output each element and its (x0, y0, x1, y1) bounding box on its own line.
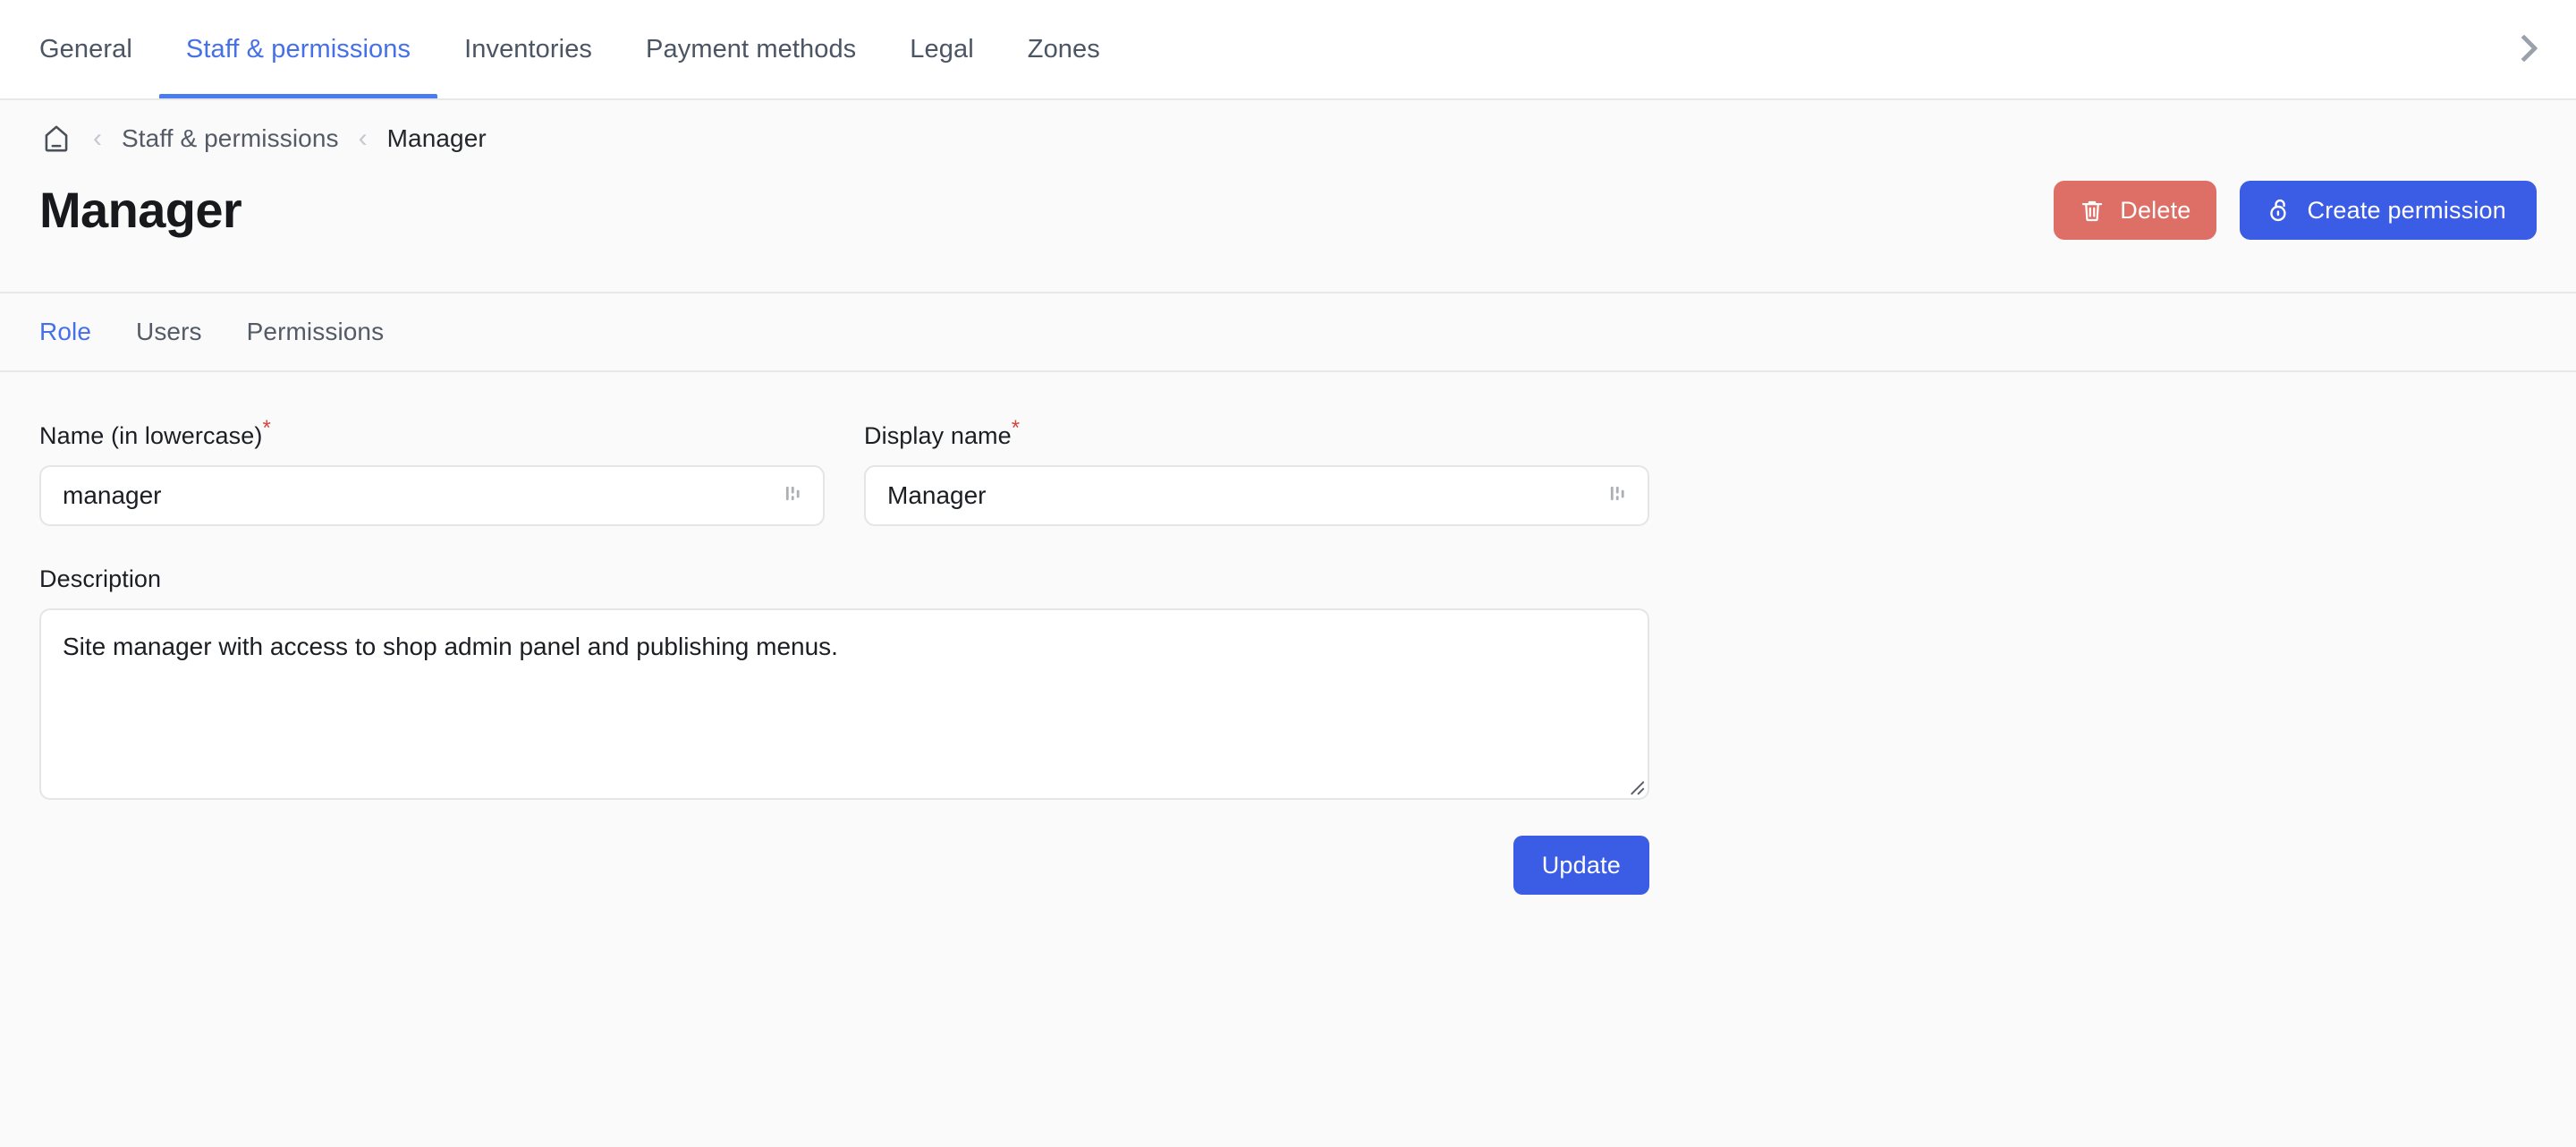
header-actions: Delete Create permission (2054, 181, 2537, 240)
description-textarea-wrap (39, 608, 1649, 800)
title-row: Manager Delete (39, 177, 2537, 292)
description-field-label: Description (39, 565, 1649, 593)
name-field-group: Name (in lowercase)* (39, 422, 825, 526)
breadcrumb-item-manager: Manager (387, 124, 487, 153)
description-field-label-text: Description (39, 565, 161, 592)
display-name-field-label: Display name* (864, 422, 1649, 450)
name-field-label-text: Name (in lowercase) (39, 422, 262, 449)
breadcrumb: ‹ Staff & permissions ‹ Manager (39, 100, 2537, 177)
tab-legal-label: Legal (910, 35, 973, 64)
settings-tab-bar: General Staff & permissions Inventories … (0, 0, 2576, 100)
name-field-label: Name (in lowercase)* (39, 422, 825, 450)
description-textarea[interactable] (39, 608, 1649, 800)
sub-tab-role-label: Role (39, 318, 91, 345)
name-input[interactable] (39, 465, 825, 526)
tab-payment-methods-label: Payment methods (646, 35, 856, 64)
display-name-input[interactable] (864, 465, 1649, 526)
display-name-input-wrap (864, 465, 1649, 526)
settings-tab-list: General Staff & permissions Inventories … (39, 0, 1127, 98)
tab-inventories[interactable]: Inventories (437, 0, 619, 98)
tab-zones[interactable]: Zones (1001, 0, 1127, 98)
home-icon[interactable] (39, 122, 73, 156)
delete-button-label: Delete (2120, 197, 2190, 225)
trash-icon (2079, 197, 2106, 224)
tab-staff-and-permissions[interactable]: Staff & permissions (159, 0, 437, 98)
sub-tab-permissions[interactable]: Permissions (225, 318, 407, 346)
tab-inventories-label: Inventories (464, 35, 592, 64)
tab-zones-label: Zones (1028, 35, 1100, 64)
page-title: Manager (39, 185, 242, 235)
name-input-wrap (39, 465, 825, 526)
name-required-marker: * (262, 416, 270, 440)
role-form: Name (in lowercase)* Display name* (0, 372, 2576, 895)
sub-tab-permissions-label: Permissions (247, 318, 385, 345)
breadcrumb-separator-2: ‹ (339, 125, 387, 152)
role-sub-tab-bar: Role Users Permissions (0, 293, 2576, 372)
display-name-field-label-text: Display name (864, 422, 1012, 449)
chevron-right-icon (2510, 34, 2538, 62)
update-button[interactable]: Update (1513, 836, 1649, 895)
form-submit-row: Update (39, 836, 1649, 895)
tab-payment-methods[interactable]: Payment methods (619, 0, 883, 98)
tab-general[interactable]: General (39, 0, 159, 98)
create-permission-button-label: Create permission (2308, 197, 2507, 225)
tab-general-label: General (39, 35, 132, 64)
breadcrumb-item-staff-and-permissions[interactable]: Staff & permissions (122, 124, 339, 153)
sub-tab-users-label: Users (136, 318, 202, 345)
display-name-required-marker: * (1012, 416, 1020, 440)
create-permission-button[interactable]: Create permission (2240, 181, 2538, 240)
description-field-group: Description (39, 565, 1649, 800)
sub-tab-role[interactable]: Role (39, 318, 114, 346)
tab-legal[interactable]: Legal (883, 0, 1000, 98)
breadcrumb-separator-1: ‹ (73, 125, 122, 152)
display-name-field-group: Display name* (864, 422, 1649, 526)
tab-staff-and-permissions-label: Staff & permissions (186, 35, 411, 64)
tabs-scroll-right-button[interactable] (2472, 0, 2576, 97)
delete-button[interactable]: Delete (2054, 181, 2216, 240)
name-fields-row: Name (in lowercase)* Display name* (39, 422, 2537, 526)
unlock-icon (2265, 196, 2293, 225)
sub-tab-users[interactable]: Users (114, 318, 225, 346)
page-header: ‹ Staff & permissions ‹ Manager Manager … (0, 100, 2576, 293)
